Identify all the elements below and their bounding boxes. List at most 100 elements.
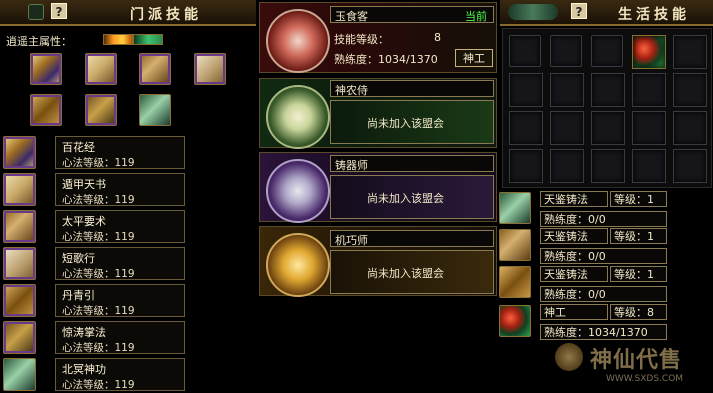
empty-slot[interactable] (591, 149, 625, 183)
skill-name: 丹青引 (62, 289, 95, 302)
skill-level-value: 8 (434, 31, 441, 44)
watermark-logo-icon (555, 343, 583, 371)
header-ornament (28, 4, 44, 20)
watermark-brand: 神仙代售 (590, 347, 683, 373)
profession-name-cell: 神农侍 (330, 80, 494, 97)
shengong-button[interactable]: 神工 (455, 49, 493, 67)
skill-name: 遁甲天书 (62, 178, 106, 191)
life-skill-name: 天鉴铸法 (540, 266, 608, 282)
current-badge: 当前 (465, 10, 487, 23)
life-item-icon-3[interactable] (591, 35, 623, 67)
attr-wind-icon (133, 34, 163, 45)
sect-skill-item[interactable]: 短歌行 心法等级：119 (55, 247, 185, 280)
skill-name: 短歌行 (62, 252, 95, 265)
life-skill-icon[interactable] (499, 192, 531, 224)
profession-name-cell: 铸器师 (330, 155, 494, 172)
profession-name: 机巧师 (335, 234, 368, 247)
skill-level-label: 技能等级： (334, 33, 389, 46)
life-help-button[interactable]: ? (571, 3, 587, 19)
skill-level: 心法等级：119 (62, 157, 135, 169)
sect-skill-item[interactable]: 北冥神功 心法等级：119 (55, 358, 185, 391)
life-skill-level: 等级：1 (610, 228, 667, 244)
watermark-url: WWW.SXDS.COM (606, 374, 684, 384)
sect-skill-item[interactable]: 丹青引 心法等级：119 (55, 284, 185, 317)
chef-emblem-icon (266, 9, 330, 73)
profession-name-cell: 玉食客 当前 (330, 6, 494, 23)
sect-skill-item[interactable]: 惊涛掌法 心法等级：119 (55, 321, 185, 354)
skill-book-icon[interactable] (3, 284, 36, 317)
life-gem-icon[interactable] (632, 35, 666, 69)
attr-fire-icon (103, 34, 133, 45)
profession-status-cell: 尚未加入该盟会 (330, 100, 494, 144)
life-skill-level: 等级：1 (610, 191, 667, 207)
sect-book-icon-4[interactable] (194, 53, 226, 85)
sect-skills-title: 门派技能 (130, 7, 202, 23)
skill-level: 心法等级：119 (62, 379, 135, 391)
header-ornament (508, 4, 558, 20)
skill-name: 太平要术 (62, 215, 106, 228)
sect-skill-item[interactable]: 遁甲天书 心法等级：119 (55, 173, 185, 206)
empty-slot[interactable] (632, 149, 666, 183)
skill-level: 心法等级：119 (62, 268, 135, 280)
life-gem-icon[interactable] (499, 305, 531, 337)
skill-book-icon[interactable] (3, 358, 36, 391)
empty-slot[interactable] (550, 149, 584, 183)
life-item-icon-2[interactable] (550, 35, 582, 67)
life-skill-level: 等级：1 (610, 266, 667, 282)
life-skill-name: 天鉴铸法 (540, 191, 608, 207)
life-item-icon-1[interactable] (509, 35, 541, 67)
profession-name-cell: 机巧师 (330, 230, 494, 247)
sect-book-icon-6[interactable] (85, 94, 117, 126)
profession-status: 尚未加入该盟会 (367, 267, 444, 280)
sect-book-icon-2[interactable] (85, 53, 117, 85)
life-skill-proficiency: 熟练度：0/0 (540, 211, 667, 227)
profession-name: 铸器师 (335, 159, 368, 172)
life-grid-panel (502, 28, 712, 188)
sect-help-button[interactable]: ? (51, 3, 67, 19)
main-attr-label: 逍遥主属性： (6, 35, 72, 48)
empty-slot[interactable] (550, 111, 584, 145)
empty-slot[interactable] (632, 111, 666, 145)
life-skills-title: 生活技能 (618, 7, 690, 23)
life-skill-name: 天鉴铸法 (540, 228, 608, 244)
sect-book-icon-5[interactable] (30, 94, 62, 126)
life-skill-icon[interactable] (499, 266, 531, 298)
profession-status-cell: 尚未加入该盟会 (330, 250, 494, 294)
skill-book-icon[interactable] (3, 136, 36, 169)
life-skill-level: 等级：8 (610, 304, 667, 320)
empty-slot[interactable] (509, 73, 543, 107)
skill-name: 百花经 (62, 141, 95, 154)
profession-status: 尚未加入该盟会 (367, 117, 444, 130)
empty-slot[interactable] (673, 73, 707, 107)
empty-slot[interactable] (509, 111, 543, 145)
sect-skill-item[interactable]: 百花经 心法等级：119 (55, 136, 185, 169)
empty-slot[interactable] (673, 111, 707, 145)
empty-slot[interactable] (591, 73, 625, 107)
profession-status: 尚未加入该盟会 (367, 192, 444, 205)
sect-book-icon-3[interactable] (139, 53, 171, 85)
life-skill-proficiency: 熟练度：0/0 (540, 248, 667, 264)
empty-slot[interactable] (673, 149, 707, 183)
skill-book-icon[interactable] (3, 173, 36, 206)
life-skill-icon[interactable] (499, 229, 531, 261)
empty-slot[interactable] (509, 149, 543, 183)
life-skill-name: 神工 (540, 304, 608, 320)
skill-name: 惊涛掌法 (62, 326, 106, 339)
skill-level: 心法等级：119 (62, 342, 135, 354)
empty-slot[interactable] (550, 73, 584, 107)
profession-name: 玉食客 (335, 10, 368, 23)
profession-status-cell: 尚未加入该盟会 (330, 175, 494, 219)
empty-slot[interactable] (591, 111, 625, 145)
empty-slot[interactable] (632, 73, 666, 107)
life-skill-proficiency: 熟练度：0/0 (540, 286, 667, 302)
skill-book-icon[interactable] (3, 210, 36, 243)
proficiency-text: 熟练度：1034/1370 (334, 53, 438, 66)
artisan-emblem-icon (266, 233, 330, 297)
skill-book-icon[interactable] (3, 247, 36, 280)
empty-slot[interactable] (673, 35, 707, 69)
sect-skill-item[interactable]: 太平要术 心法等级：119 (55, 210, 185, 243)
skill-book-icon[interactable] (3, 321, 36, 354)
sect-book-icon-1[interactable] (30, 53, 62, 85)
profession-name: 神农侍 (335, 84, 368, 97)
sect-book-icon-7[interactable] (139, 94, 171, 126)
